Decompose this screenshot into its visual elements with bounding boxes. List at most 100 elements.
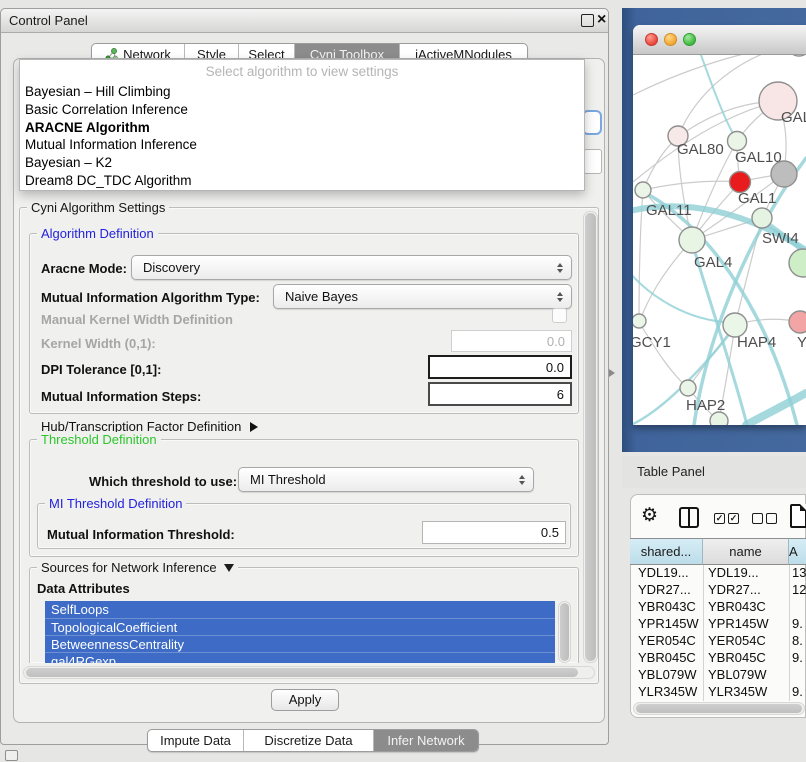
splitter-handle-icon[interactable] [609, 369, 615, 377]
table-cell: YBR045C [638, 650, 696, 665]
combo-value: MI Threshold [250, 472, 326, 487]
dpi-tolerance-field[interactable]: 0.0 [428, 355, 572, 379]
node-label: GAL11 [646, 202, 692, 219]
algorithm-option[interactable]: ARACNE Algorithm [20, 119, 584, 137]
network-node-y[interactable] [789, 311, 806, 333]
table-cell: 13 [792, 565, 806, 580]
mi-threshold-label: Mutual Information Threshold: [47, 527, 235, 542]
network-node-gcy1[interactable] [633, 314, 646, 328]
dpi-tolerance-label: DPI Tolerance [0,1]: [41, 362, 161, 377]
mi-steps-label: Mutual Information Steps: [41, 389, 201, 404]
network-window-titlebar[interactable] [633, 25, 806, 55]
column-header[interactable]: shared... [630, 538, 703, 565]
table-row[interactable]: YBR045CYBR045C9. [631, 650, 806, 667]
field-value: 0.0 [547, 334, 565, 349]
mi-steps-field[interactable]: 6 [428, 382, 572, 406]
table-row[interactable]: YPR145WYPR145W9. [631, 616, 806, 633]
attribute-item-selected[interactable]: TopologicalCoefficient [45, 618, 555, 635]
column-header[interactable]: name [703, 538, 789, 565]
mi-type-combo[interactable]: Naive Bayes [273, 284, 572, 309]
algorithm-combo-fragment[interactable] [582, 110, 602, 135]
group-title: Cyni Algorithm Settings [27, 200, 169, 215]
manual-kernel-label: Manual Kernel Width Definition [41, 312, 233, 327]
collapsed-panel-grip[interactable] [5, 750, 18, 761]
algorithm-option[interactable]: Bayesian – K2 [20, 154, 584, 172]
control-panel-titlebar[interactable]: Control Panel × [1, 9, 608, 33]
table-row[interactable]: YBR043CYBR043C [631, 599, 806, 616]
deselect-all-box-icon[interactable] [766, 513, 777, 524]
combo-arrows-icon [557, 263, 563, 273]
algorithm-option[interactable]: Mutual Information Inference [20, 136, 584, 154]
group-title: Threshold Definition [37, 432, 161, 447]
minimize-traffic-light-icon[interactable] [664, 33, 677, 46]
kernel-width-field[interactable]: 0.0 [451, 330, 572, 352]
data-attributes-list[interactable]: SelfLoopsTopologicalCoefficientBetweenne… [45, 601, 555, 663]
network-canvas[interactable]: GALGAL80GAL10GAL1GAL11SWI4GAL4GCY1HAP4YH… [633, 55, 806, 425]
algorithm-option[interactable]: Bayesian – Hill Climbing [20, 83, 584, 101]
attribute-item-selected[interactable]: gal4RGexp [45, 652, 555, 663]
file-icon[interactable] [790, 504, 806, 528]
column-header[interactable]: A [789, 538, 806, 565]
control-panel-window: Control Panel × NetworkStyleSelectCyni T… [0, 8, 609, 745]
attributes-scrollbar[interactable] [558, 601, 571, 663]
table-cell: YDL19... [708, 565, 759, 580]
table-panel-title: Table Panel [637, 464, 705, 479]
group-title: Algorithm Definition [37, 226, 158, 241]
select-all-check-icon[interactable]: ✓ [714, 513, 725, 524]
manual-kernel-checkbox[interactable] [552, 308, 567, 323]
table-cell: 9. [792, 684, 803, 699]
float-window-icon[interactable] [581, 14, 594, 27]
algorithm-option[interactable]: Basic Correlation Inference [20, 101, 584, 119]
tab-label: Impute Data [160, 733, 231, 748]
network-node-swi4[interactable] [752, 208, 772, 228]
combo-arrows-icon [557, 292, 563, 302]
sources-toggle[interactable]: Sources for Network Inference [37, 560, 238, 575]
attribute-item-selected[interactable]: BetweennessCentrality [45, 635, 555, 652]
kernel-width-label: Kernel Width (0,1): [41, 336, 156, 351]
network-node-gal11[interactable] [635, 182, 651, 198]
which-threshold-combo[interactable]: MI Threshold [238, 467, 534, 492]
table-cell: YDR27... [638, 582, 691, 597]
table-horizontal-scrollbar[interactable] [633, 702, 805, 715]
close-traffic-light-icon[interactable] [645, 33, 658, 46]
collapse-down-icon [224, 564, 234, 572]
node-label: GAL80 [677, 141, 724, 158]
tab-impute-data[interactable]: Impute Data [148, 730, 244, 751]
algorithm-option[interactable]: Dream8 DC_TDC Algorithm [20, 172, 584, 190]
network-node-gal4[interactable] [679, 227, 705, 253]
zoom-traffic-light-icon[interactable] [683, 33, 696, 46]
table-cell: YPR145W [708, 616, 769, 631]
network-node[interactable] [789, 249, 806, 277]
select-all-check-icon[interactable]: ✓ [728, 513, 739, 524]
table-row[interactable]: YBL079WYBL079W [631, 667, 806, 684]
close-window-icon[interactable]: × [597, 9, 606, 31]
table-row[interactable]: YER054CYER054C8. [631, 633, 806, 650]
attribute-item-selected[interactable]: SelfLoops [45, 601, 555, 618]
aracne-mode-combo[interactable]: Discovery [131, 255, 572, 280]
apply-label: Apply [289, 692, 322, 707]
which-threshold-label: Which threshold to use: [89, 474, 237, 489]
network-node[interactable] [787, 55, 806, 56]
tab-infer-network[interactable]: Infer Network [374, 730, 478, 751]
split-columns-icon[interactable] [679, 507, 699, 528]
text-field-fragment[interactable] [583, 149, 602, 174]
network-node-gal10[interactable] [728, 132, 747, 151]
table-cell: YDR27... [708, 582, 761, 597]
network-node[interactable] [771, 161, 797, 187]
tab-discretize-data[interactable]: Discretize Data [244, 730, 374, 751]
gear-icon[interactable]: ⚙ [641, 504, 658, 527]
apply-button[interactable]: Apply [271, 689, 339, 711]
network-node-hap2[interactable] [680, 380, 696, 396]
table-row[interactable]: YLR345WYLR345W9. [631, 684, 806, 701]
deselect-all-box-icon[interactable] [752, 513, 763, 524]
settings-vertical-scrollbar[interactable] [583, 211, 598, 663]
aracne-mode-label: Aracne Mode: [41, 261, 127, 276]
node-label: SWI4 [762, 230, 799, 247]
expand-right-icon [250, 422, 258, 432]
settings-horizontal-scrollbar[interactable] [23, 666, 595, 679]
table-cell: YBR043C [708, 599, 766, 614]
table-row[interactable]: YDR27...YDR27...12 [631, 582, 806, 599]
network-node[interactable] [710, 412, 728, 425]
table-row[interactable]: YDL19...YDL19...13 [631, 565, 806, 582]
mi-threshold-field[interactable]: 0.5 [422, 521, 566, 544]
